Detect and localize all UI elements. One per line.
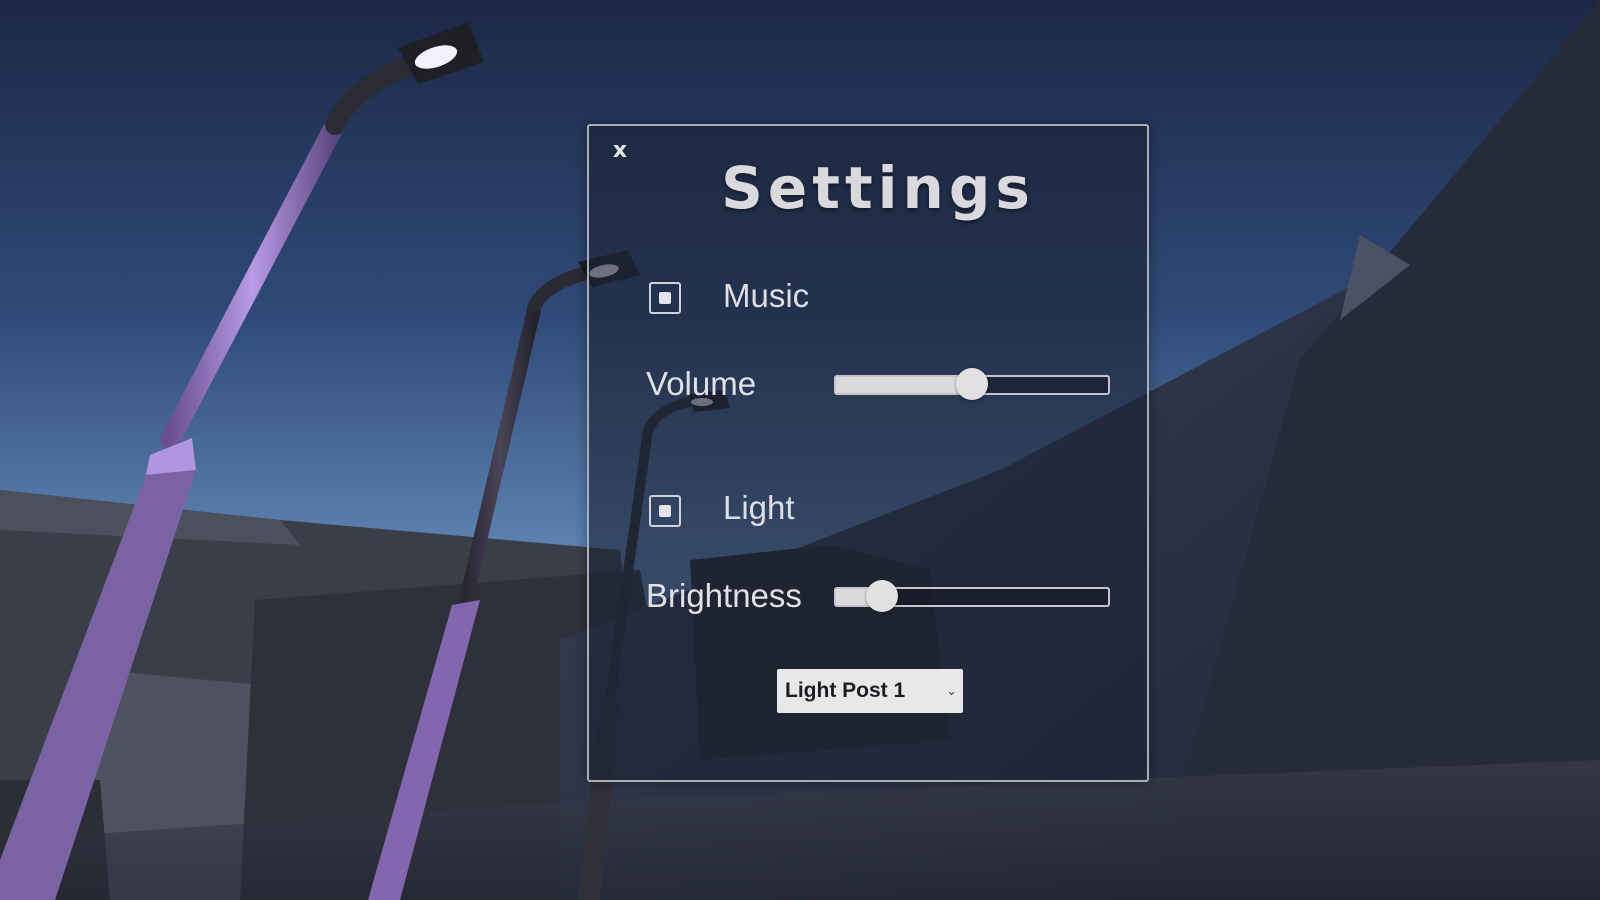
brightness-slider-handle[interactable] [866,580,899,612]
light-post-dropdown-value: Light Post 1 [785,679,906,702]
music-checkbox[interactable] [649,282,681,314]
volume-slider-fill [836,377,972,393]
light-post-dropdown[interactable]: Light Post 1 ⌄ [777,669,963,713]
chevron-down-icon: ⌄ [946,683,957,698]
settings-panel: x Settings Music Volume Light Brightness… [587,124,1149,782]
volume-slider-handle[interactable] [956,368,988,400]
volume-slider[interactable] [834,368,1110,400]
light-checkbox[interactable] [649,495,681,527]
checkbox-checked-icon [659,505,671,517]
music-label: Music [723,277,810,314]
volume-label: Volume [646,365,757,402]
brightness-slider[interactable] [834,580,1110,612]
light-label: Light [723,489,795,526]
settings-title: Settings [721,154,1035,222]
brightness-label: Brightness [646,577,802,614]
checkbox-checked-icon [659,292,671,304]
